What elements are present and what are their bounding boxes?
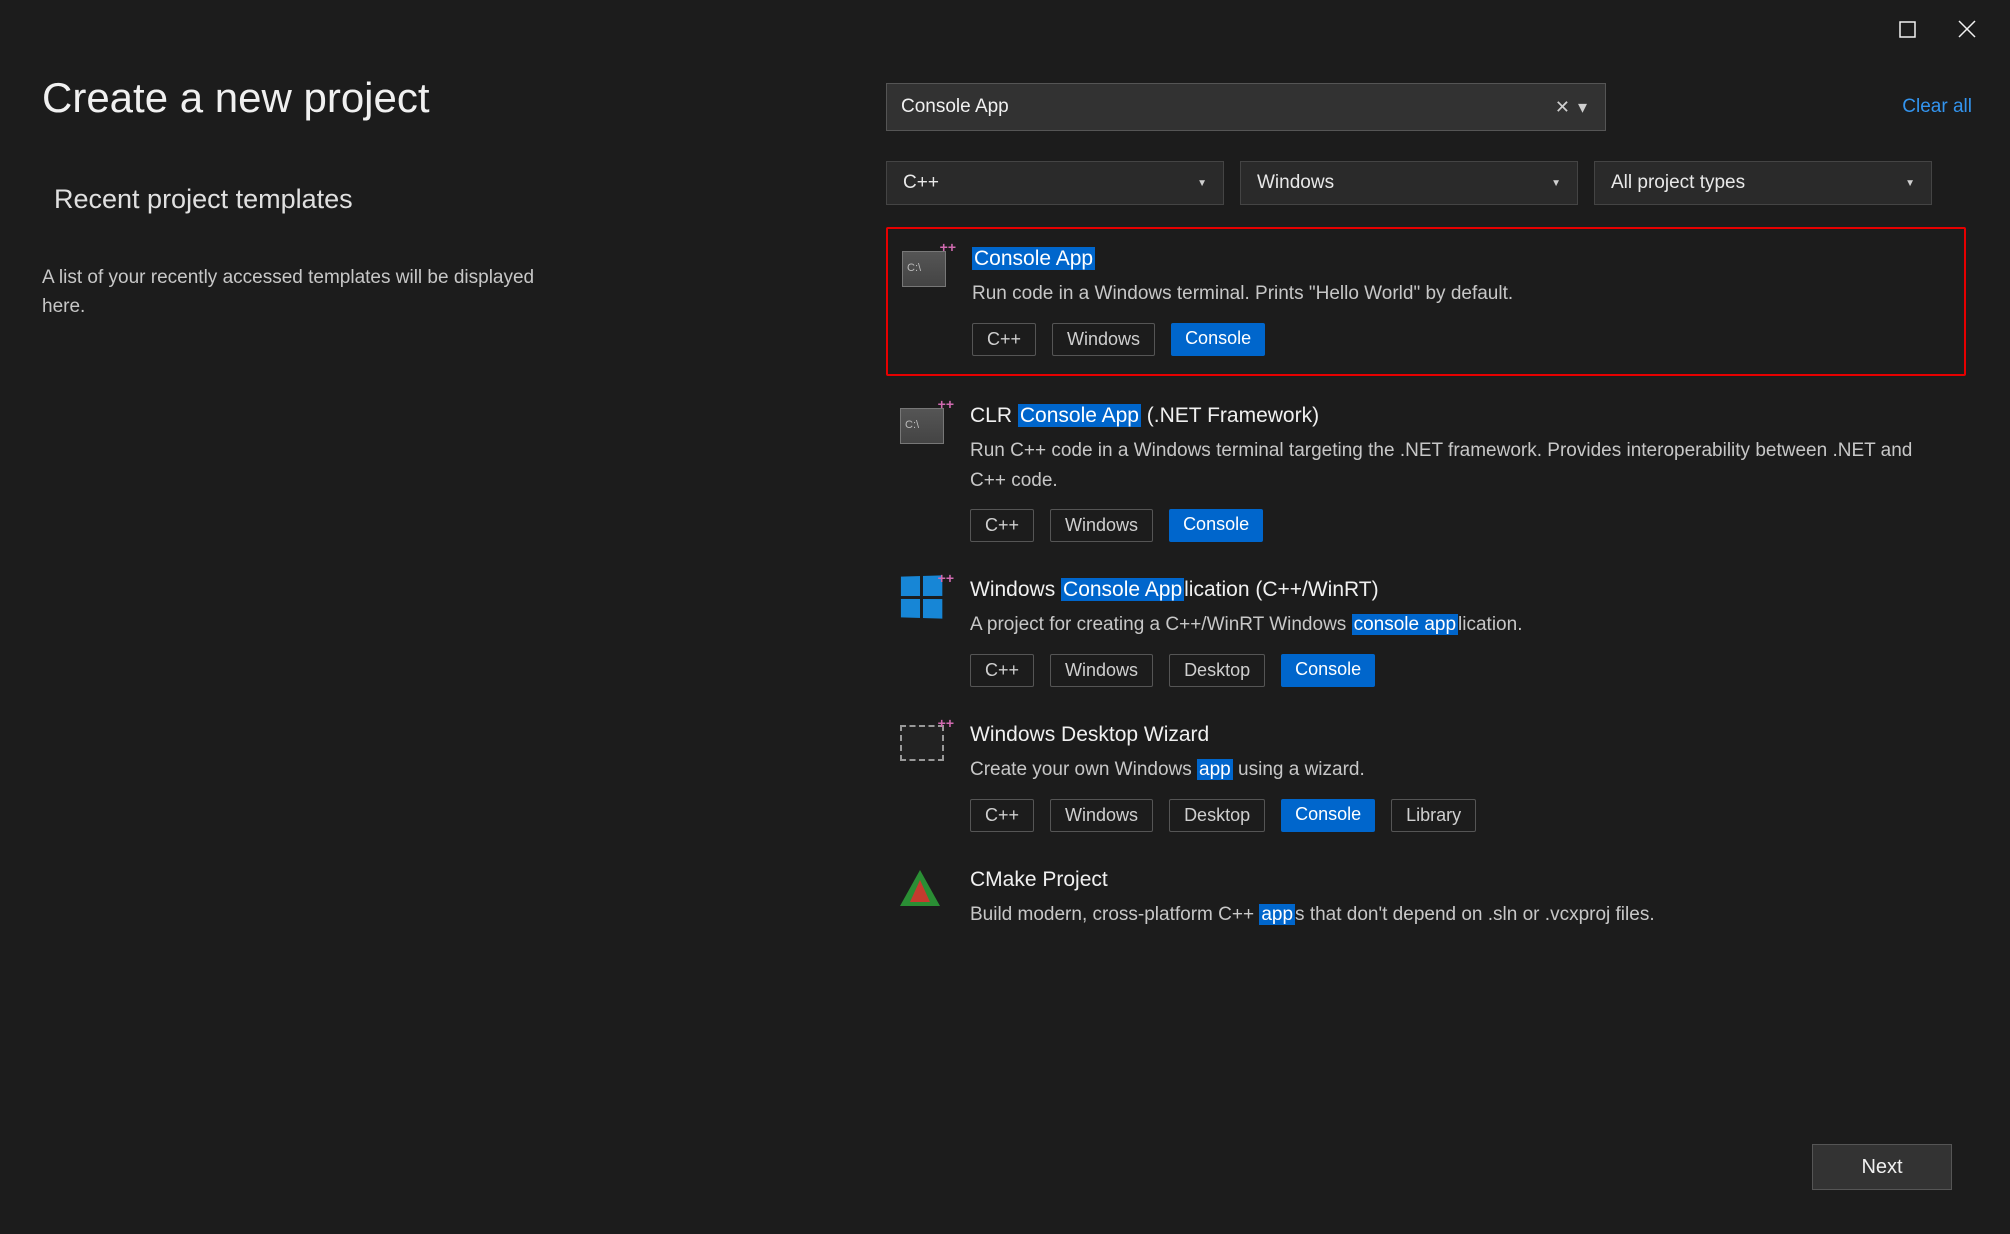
template-title: Console App (972, 245, 1950, 273)
search-box[interactable]: ✕ ▾ (886, 83, 1606, 131)
filter-language-value: C++ (903, 172, 939, 194)
template-title: Windows Desktop Wizard (970, 721, 1952, 749)
filter-platform[interactable]: Windows ▼ (1240, 161, 1578, 205)
highlight: console app (1352, 614, 1458, 635)
recent-templates-description: A list of your recently accessed templat… (42, 264, 562, 321)
template-tag: Windows (1050, 799, 1153, 832)
filter-language[interactable]: C++ ▼ (886, 161, 1224, 205)
highlight: app (1259, 904, 1295, 925)
template-description: Run code in a Windows terminal. Prints "… (972, 279, 1950, 308)
clear-search-icon[interactable]: ✕ (1551, 97, 1574, 118)
template-windows-desktop-wizard[interactable]: ++ Windows Desktop Wizard Create your own … (886, 705, 1966, 850)
template-description: Build modern, cross-platform C++ apps th… (970, 900, 1952, 929)
template-clr-console-app[interactable]: ++ CLR Console App (.NET Framework) Run C+… (886, 386, 1966, 560)
template-description: Create your own Windows app using a wiza… (970, 755, 1952, 784)
template-description: A project for creating a C++/WinRT Windo… (970, 610, 1952, 639)
console-icon: ++ (900, 402, 948, 450)
page-title: Create a new project (42, 74, 430, 122)
template-cmake-project[interactable]: CMake Project Build modern, cross-platfor… (886, 850, 1966, 962)
template-tags: C++ Windows Desktop Console (970, 654, 1952, 687)
template-tag: C++ (972, 323, 1036, 356)
template-tags: C++ Windows Console (972, 323, 1950, 356)
chevron-down-icon: ▼ (1551, 178, 1561, 189)
maximize-button[interactable] (1892, 14, 1922, 44)
template-title: CMake Project (970, 866, 1952, 894)
template-tag: Console (1171, 323, 1265, 356)
cmake-icon (900, 866, 948, 914)
console-icon: ++ (902, 245, 950, 293)
template-tag: Console (1281, 799, 1375, 832)
recent-templates-heading: Recent project templates (54, 184, 353, 215)
template-results: ++ Console App Run code in a Windows termi… (886, 227, 1966, 961)
search-dropdown-icon[interactable]: ▾ (1574, 97, 1591, 118)
template-tag: C++ (970, 799, 1034, 832)
template-tag: Windows (1050, 509, 1153, 542)
template-console-app[interactable]: ++ Console App Run code in a Windows termi… (886, 227, 1966, 376)
highlight: Console App (1018, 404, 1141, 427)
highlight: app (1197, 759, 1233, 780)
template-tag: Windows (1050, 654, 1153, 687)
clear-all-link[interactable]: Clear all (1902, 96, 1972, 118)
filter-project-type-value: All project types (1611, 172, 1745, 194)
template-winrt-console-app[interactable]: ++ Windows Console Application (C++/WinRT… (886, 560, 1966, 705)
template-tag: Library (1391, 799, 1476, 832)
highlight: Console App (972, 247, 1095, 270)
template-tag: Windows (1052, 323, 1155, 356)
template-tag: Console (1169, 509, 1263, 542)
close-button[interactable] (1952, 14, 1982, 44)
next-button[interactable]: Next (1812, 1144, 1952, 1190)
windows-icon: ++ (900, 576, 948, 624)
template-title: CLR Console App (.NET Framework) (970, 402, 1952, 430)
template-tags: C++ Windows Console (970, 509, 1952, 542)
search-input[interactable] (901, 96, 1551, 118)
template-tag: Desktop (1169, 654, 1265, 687)
chevron-down-icon: ▼ (1905, 178, 1915, 189)
template-title: Windows Console Application (C++/WinRT) (970, 576, 1952, 604)
window-controls (1892, 0, 2010, 44)
chevron-down-icon: ▼ (1197, 178, 1207, 189)
template-tag: Desktop (1169, 799, 1265, 832)
filter-platform-value: Windows (1257, 172, 1334, 194)
wizard-icon: ++ (900, 721, 948, 769)
template-description: Run C++ code in a Windows terminal targe… (970, 436, 1952, 495)
template-tag: C++ (970, 654, 1034, 687)
template-tag: C++ (970, 509, 1034, 542)
fade-overlay (886, 1055, 1966, 1095)
template-tag: Console (1281, 654, 1375, 687)
filter-project-type[interactable]: All project types ▼ (1594, 161, 1932, 205)
highlight: Console App (1061, 578, 1184, 601)
template-tags: C++ Windows Desktop Console Library (970, 799, 1952, 832)
